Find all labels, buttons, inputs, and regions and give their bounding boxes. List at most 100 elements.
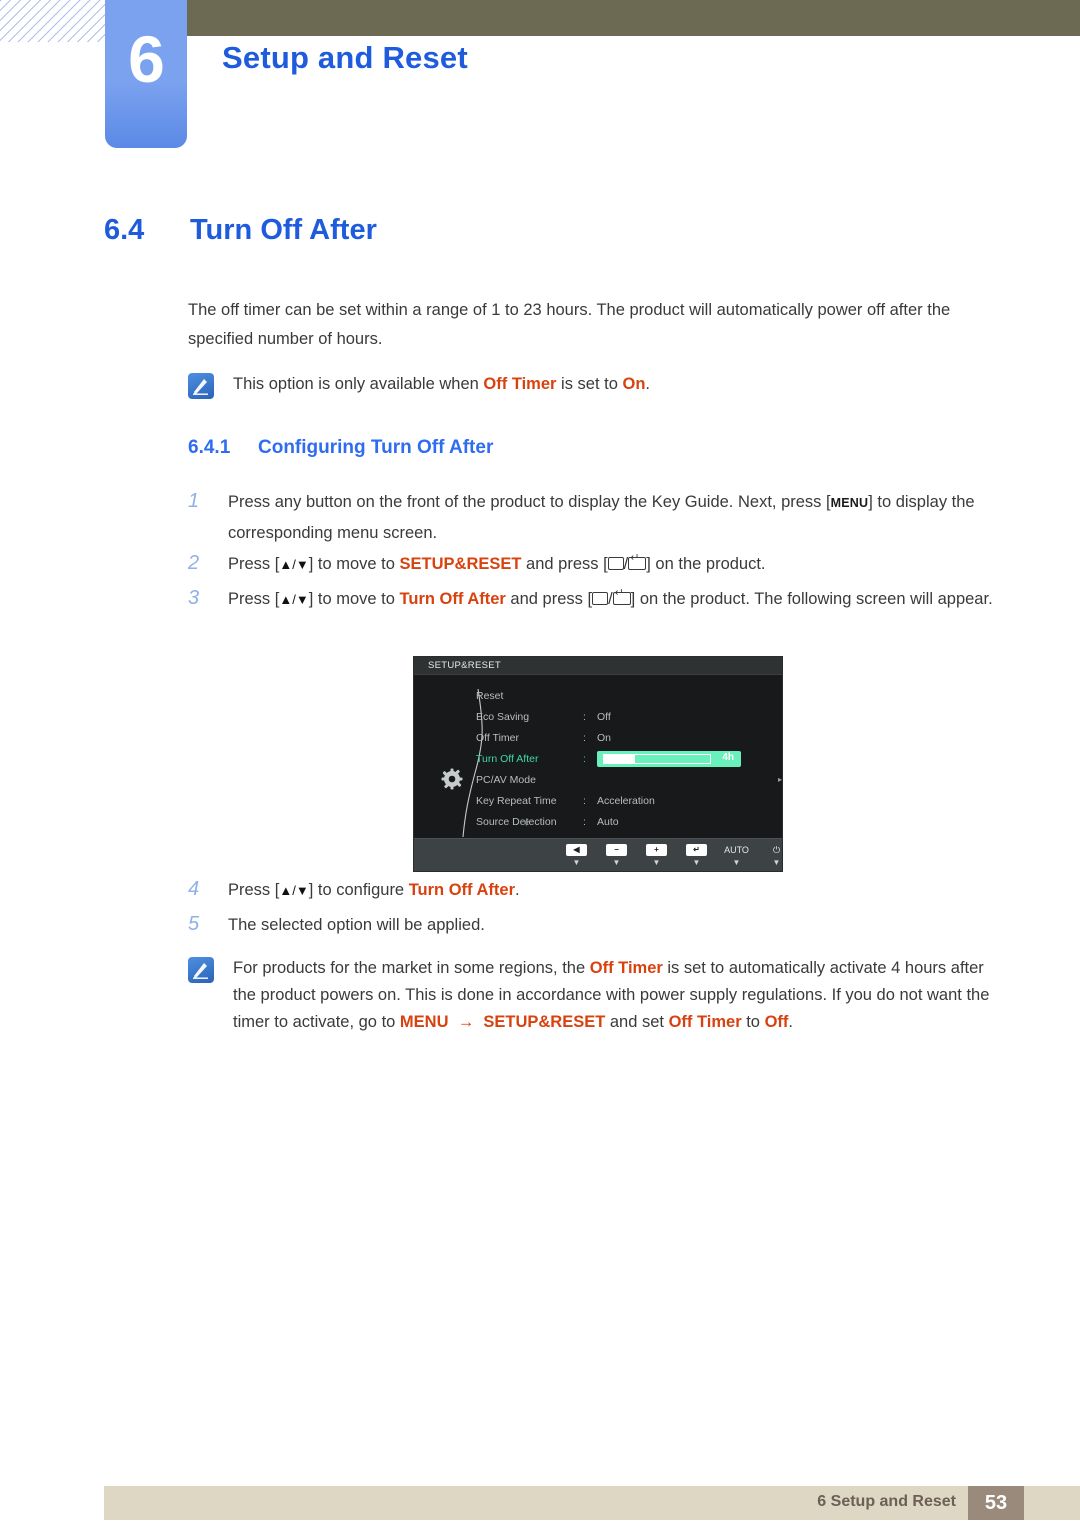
step-text-part: ] to move to (308, 555, 400, 573)
osd-row-colon: : (583, 731, 586, 744)
osd-row-value: Auto (597, 815, 619, 828)
chapter-title: Setup and Reset (222, 40, 468, 75)
osd-row-key-repeat-time[interactable]: Key Repeat Time : Acceleration (476, 790, 776, 811)
osd-button-plus[interactable]: + ▼ (646, 844, 667, 867)
step-text: Press [▲/▼] to move to SETUP&RESET and p… (228, 549, 766, 580)
step-number: 3 (188, 587, 200, 609)
button-tick-icon: ▼ (572, 858, 581, 867)
osd-button-auto[interactable]: AUTO ▼ (724, 844, 749, 867)
osd-row-value: On (597, 731, 612, 744)
note-pen-glyph (193, 963, 208, 979)
note-pen-glyph (193, 379, 208, 395)
plus-icon: + (646, 844, 667, 856)
turn-off-after-slider[interactable]: 4h (597, 750, 741, 767)
updown-arrow-key-icon: ▲/▼ (279, 883, 309, 898)
subsection-heading: 6.4.1 Configuring Turn Off After (188, 437, 493, 459)
step-text: Press [▲/▼] to configure Turn Off After. (228, 875, 520, 906)
step-emphasis-setup-reset: SETUP&RESET (399, 555, 522, 573)
updown-arrow-key-icon: ▲/▼ (279, 592, 309, 607)
scroll-down-icon[interactable]: ▼ (522, 818, 531, 828)
note-emphasis-on: On (622, 375, 646, 393)
step-number: 5 (188, 913, 200, 935)
note-block-availability: This option is only available when Off T… (188, 371, 988, 399)
document-page: 6 Setup and Reset 6.4 Turn Off After The … (0, 0, 1080, 1527)
step-text-part: and press [ (505, 590, 593, 608)
intro-paragraph: The off timer can be set within a range … (188, 301, 951, 348)
note-suffix: . (645, 375, 650, 393)
osd-button-minus[interactable]: − ▼ (606, 844, 627, 867)
step-number: 4 (188, 878, 200, 900)
note-emphasis-setup-reset: SETUP&RESET (483, 1013, 606, 1031)
note-spacer (474, 1013, 483, 1031)
step-emphasis-turn-off-after: Turn Off After (399, 590, 506, 608)
step-text-part: ] to configure (308, 881, 409, 899)
submenu-arrow-icon: ▸ (777, 775, 782, 784)
osd-button-bar: ◀ ▼ − ▼ + ▼ ↵ ▼ AUTO ▼ ⏻ ▼ (414, 838, 782, 871)
step-item: 5 The selected option will be applied. (188, 910, 1008, 940)
note-emphasis-off-timer: Off Timer (483, 375, 557, 393)
minus-icon: − (606, 844, 627, 856)
step-text-part: Press [ (228, 555, 280, 573)
note-block-regional: For products for the market in some regi… (188, 955, 1008, 1036)
osd-row-label: Turn Off After (476, 752, 539, 765)
key-separator: / (608, 590, 613, 608)
right-arrow-icon: → (457, 1013, 475, 1031)
step-item: 4 Press [▲/▼] to configure Turn Off Afte… (188, 875, 1008, 906)
osd-button-left[interactable]: ◀ ▼ (566, 844, 587, 867)
source-key-icon (592, 592, 609, 605)
osd-button-enter[interactable]: ↵ ▼ (686, 844, 707, 867)
osd-title: SETUP&RESET (428, 660, 501, 671)
button-tick-icon: ▼ (692, 858, 701, 867)
step-item: 2 Press [▲/▼] to move to SETUP&RESET and… (188, 549, 1008, 580)
osd-title-bar: SETUP&RESET (414, 657, 782, 675)
note-text: This option is only available when Off T… (233, 371, 650, 398)
osd-row-label: Reset (476, 689, 504, 702)
osd-row-label: Eco Saving (476, 710, 530, 723)
osd-row-colon: : (583, 710, 586, 723)
subsection-title: Configuring Turn Off After (258, 437, 494, 458)
step-emphasis-turn-off-after: Turn Off After (408, 881, 516, 899)
osd-row-pc-av-mode[interactable]: PC/AV Mode ▸ (476, 769, 782, 790)
step-text: The selected option will be applied. (228, 916, 485, 934)
button-tick-icon: ▼ (612, 858, 621, 867)
section-title: Turn Off After (190, 214, 377, 246)
enter-icon: ↵ (686, 844, 707, 856)
enter-key-icon (628, 553, 647, 570)
note-prefix: This option is only available when (233, 375, 484, 393)
button-tick-icon: ▼ (652, 858, 661, 867)
osd-row-value: Off (597, 710, 611, 723)
step-text-part: Press [ (228, 881, 280, 899)
power-icon: ⏻ (772, 845, 781, 855)
osd-row-colon: : (583, 794, 586, 807)
osd-row-label: Off Timer (476, 731, 519, 744)
step-text-part: ] on the product. The following screen w… (630, 590, 993, 608)
note-emphasis-menu: MENU (399, 1013, 449, 1031)
osd-menu-screenshot: SETUP&RESET Reset Eco Saving: Off Off T… (413, 656, 783, 872)
osd-row-source-detection[interactable]: Source Detection : Auto (476, 811, 776, 832)
osd-row-label: Key Repeat Time (476, 794, 557, 807)
note-emphasis-off: Off (764, 1013, 789, 1031)
button-tick-icon: ▼ (732, 858, 741, 867)
note-text-part: and set (605, 1013, 669, 1031)
corner-hatch-decoration (0, 0, 108, 42)
note-text-part: For products for the market in some regi… (233, 959, 590, 977)
note-pen-icon (188, 957, 214, 983)
step-item: 3 Press [▲/▼] to move to Turn Off After … (188, 584, 1008, 615)
osd-button-power[interactable]: ⏻ ▼ (766, 844, 782, 867)
osd-row-turn-off-after[interactable]: Turn Off After : 4h (476, 748, 776, 769)
page-number: 53 (984, 1491, 1008, 1514)
source-key-icon (607, 557, 624, 570)
osd-row-off-timer[interactable]: Off Timer : On (476, 727, 776, 748)
subsection-number: 6.4.1 (188, 437, 231, 458)
step-text-part: Press any button on the front of the pro… (228, 493, 831, 511)
slider-value-label: 4h (722, 751, 734, 763)
osd-button-group: ◀ ▼ − ▼ + ▼ ↵ ▼ AUTO ▼ ⏻ ▼ (566, 844, 782, 867)
osd-row-value: Acceleration (597, 794, 655, 807)
gear-icon (440, 767, 464, 791)
left-arrow-icon: ◀ (566, 844, 587, 856)
osd-row-eco-saving[interactable]: Eco Saving : Off (476, 706, 776, 727)
enter-key-icon (612, 588, 631, 605)
gear-glyph (441, 768, 463, 790)
note-mid: is set to (556, 375, 623, 393)
osd-row-reset[interactable]: Reset (476, 685, 776, 706)
